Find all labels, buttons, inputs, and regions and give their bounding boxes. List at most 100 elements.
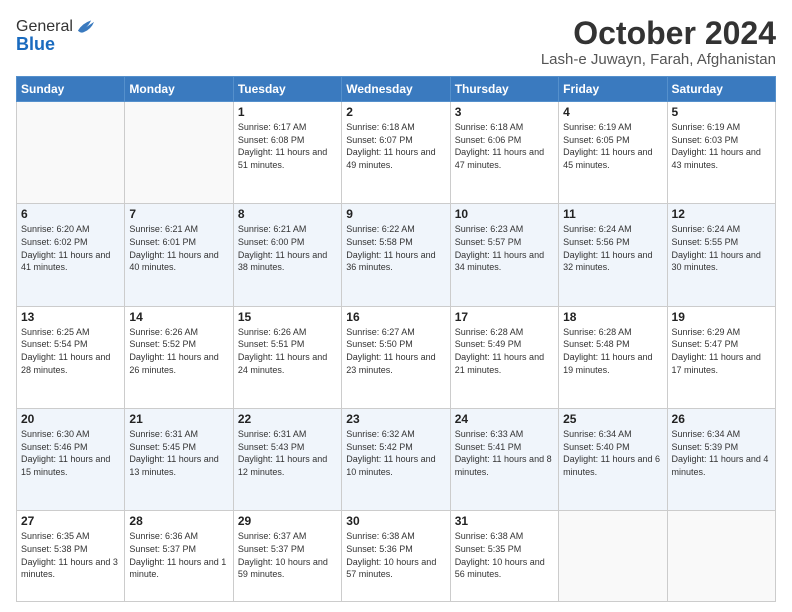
calendar-week-row: 20Sunrise: 6:30 AM Sunset: 5:46 PM Dayli… — [17, 409, 776, 511]
day-number: 3 — [455, 105, 554, 119]
day-number: 23 — [346, 412, 445, 426]
table-row: 31Sunrise: 6:38 AM Sunset: 5:35 PM Dayli… — [450, 511, 558, 602]
logo-blue-text: Blue — [16, 34, 55, 55]
table-row — [125, 102, 233, 204]
table-row: 2 Sunrise: 6:18 AM Sunset: 6:07 PM Daylig… — [342, 102, 450, 204]
table-row: 9 Sunrise: 6:22 AM Sunset: 5:58 PM Daylig… — [342, 204, 450, 306]
day-info: Sunrise: 6:22 AM Sunset: 5:58 PM Dayligh… — [346, 223, 445, 273]
table-row: 12 Sunrise: 6:24 AM Sunset: 5:55 PM Dayli… — [667, 204, 775, 306]
day-info: Sunrise: 6:27 AM Sunset: 5:50 PM Dayligh… — [346, 326, 445, 376]
day-number: 14 — [129, 310, 228, 324]
day-number: 25 — [563, 412, 662, 426]
day-info: Sunrise: 6:28 AM Sunset: 5:49 PM Dayligh… — [455, 326, 554, 376]
table-row: 6 Sunrise: 6:20 AM Sunset: 6:02 PM Daylig… — [17, 204, 125, 306]
day-info: Sunrise: 6:24 AM Sunset: 5:55 PM Dayligh… — [672, 223, 771, 273]
day-info: Sunrise: 6:26 AM Sunset: 5:51 PM Dayligh… — [238, 326, 337, 376]
day-number: 19 — [672, 310, 771, 324]
table-row — [667, 511, 775, 602]
calendar-week-row: 1 Sunrise: 6:17 AM Sunset: 6:08 PM Daylig… — [17, 102, 776, 204]
table-row: 11 Sunrise: 6:24 AM Sunset: 5:56 PM Dayli… — [559, 204, 667, 306]
header-sunday: Sunday — [17, 77, 125, 102]
header-monday: Monday — [125, 77, 233, 102]
table-row: 21 Sunrise: 6:31 AM Sunset: 5:45 PM Dayli… — [125, 409, 233, 511]
day-info: Sunrise: 6:24 AM Sunset: 5:56 PM Dayligh… — [563, 223, 662, 273]
table-row: 26 Sunrise: 6:34 AM Sunset: 5:39 PM Dayli… — [667, 409, 775, 511]
calendar-week-row: 27 Sunrise: 6:35 AM Sunset: 5:38 PM Dayli… — [17, 511, 776, 602]
day-number: 11 — [563, 207, 662, 221]
day-info: Sunrise: 6:31 AM Sunset: 5:45 PM Dayligh… — [129, 428, 228, 478]
header-friday: Friday — [559, 77, 667, 102]
calendar-table: Sunday Monday Tuesday Wednesday Thursday… — [16, 76, 776, 602]
table-row — [17, 102, 125, 204]
day-info: Sunrise: 6:21 AM Sunset: 6:01 PM Dayligh… — [129, 223, 228, 273]
table-row: 25 Sunrise: 6:34 AM Sunset: 5:40 PM Dayli… — [559, 409, 667, 511]
day-number: 24 — [455, 412, 554, 426]
day-number: 26 — [672, 412, 771, 426]
day-info: Sunrise: 6:25 AM Sunset: 5:54 PM Dayligh… — [21, 326, 120, 376]
table-row: 29Sunrise: 6:37 AM Sunset: 5:37 PM Dayli… — [233, 511, 341, 602]
table-row: 13 Sunrise: 6:25 AM Sunset: 5:54 PM Dayli… — [17, 306, 125, 408]
table-row: 17 Sunrise: 6:28 AM Sunset: 5:49 PM Dayli… — [450, 306, 558, 408]
calendar-page: General Blue October 2024 Lash-e Juwayn,… — [0, 0, 792, 612]
table-row — [559, 511, 667, 602]
logo: General Blue — [16, 16, 97, 55]
day-number: 21 — [129, 412, 228, 426]
day-number: 15 — [238, 310, 337, 324]
logo-bird-icon — [75, 16, 97, 38]
day-info: Sunrise: 6:34 AM Sunset: 5:39 PM Dayligh… — [672, 428, 771, 478]
day-number: 10 — [455, 207, 554, 221]
table-row: 1 Sunrise: 6:17 AM Sunset: 6:08 PM Daylig… — [233, 102, 341, 204]
table-row: 5Sunrise: 6:19 AM Sunset: 6:03 PM Daylig… — [667, 102, 775, 204]
table-row: 10Sunrise: 6:23 AM Sunset: 5:57 PM Dayli… — [450, 204, 558, 306]
day-info: Sunrise: 6:20 AM Sunset: 6:02 PM Dayligh… — [21, 223, 120, 273]
day-info: Sunrise: 6:28 AM Sunset: 5:48 PM Dayligh… — [563, 326, 662, 376]
day-number: 6 — [21, 207, 120, 221]
day-info: Sunrise: 6:21 AM Sunset: 6:00 PM Dayligh… — [238, 223, 337, 273]
table-row: 18Sunrise: 6:28 AM Sunset: 5:48 PM Dayli… — [559, 306, 667, 408]
day-number: 22 — [238, 412, 337, 426]
header-thursday: Thursday — [450, 77, 558, 102]
day-number: 9 — [346, 207, 445, 221]
day-number: 28 — [129, 514, 228, 528]
header-wednesday: Wednesday — [342, 77, 450, 102]
weekday-header-row: Sunday Monday Tuesday Wednesday Thursday… — [17, 77, 776, 102]
day-info: Sunrise: 6:31 AM Sunset: 5:43 PM Dayligh… — [238, 428, 337, 478]
day-number: 12 — [672, 207, 771, 221]
header-saturday: Saturday — [667, 77, 775, 102]
day-info: Sunrise: 6:32 AM Sunset: 5:42 PM Dayligh… — [346, 428, 445, 478]
title-section: October 2024 Lash-e Juwayn, Farah, Afgha… — [541, 16, 776, 68]
day-number: 29 — [238, 514, 337, 528]
day-info: Sunrise: 6:35 AM Sunset: 5:38 PM Dayligh… — [21, 530, 120, 580]
calendar-week-row: 13 Sunrise: 6:25 AM Sunset: 5:54 PM Dayli… — [17, 306, 776, 408]
table-row: 24 Sunrise: 6:33 AM Sunset: 5:41 PM Dayli… — [450, 409, 558, 511]
table-row: 30Sunrise: 6:38 AM Sunset: 5:36 PM Dayli… — [342, 511, 450, 602]
day-info: Sunrise: 6:18 AM Sunset: 6:07 PM Dayligh… — [346, 121, 445, 171]
day-number: 16 — [346, 310, 445, 324]
day-number: 27 — [21, 514, 120, 528]
day-number: 1 — [238, 105, 337, 119]
table-row: 22 Sunrise: 6:31 AM Sunset: 5:43 PM Dayli… — [233, 409, 341, 511]
table-row: 14Sunrise: 6:26 AM Sunset: 5:52 PM Dayli… — [125, 306, 233, 408]
day-number: 30 — [346, 514, 445, 528]
day-info: Sunrise: 6:19 AM Sunset: 6:05 PM Dayligh… — [563, 121, 662, 171]
table-row: 15 Sunrise: 6:26 AM Sunset: 5:51 PM Dayli… — [233, 306, 341, 408]
day-number: 7 — [129, 207, 228, 221]
table-row: 23 Sunrise: 6:32 AM Sunset: 5:42 PM Dayli… — [342, 409, 450, 511]
day-info: Sunrise: 6:34 AM Sunset: 5:40 PM Dayligh… — [563, 428, 662, 478]
day-number: 4 — [563, 105, 662, 119]
table-row: 27 Sunrise: 6:35 AM Sunset: 5:38 PM Dayli… — [17, 511, 125, 602]
day-info: Sunrise: 6:18 AM Sunset: 6:06 PM Dayligh… — [455, 121, 554, 171]
day-number: 2 — [346, 105, 445, 119]
day-number: 31 — [455, 514, 554, 528]
header: General Blue October 2024 Lash-e Juwayn,… — [16, 16, 776, 68]
table-row: 4 Sunrise: 6:19 AM Sunset: 6:05 PM Daylig… — [559, 102, 667, 204]
day-number: 17 — [455, 310, 554, 324]
table-row: 16 Sunrise: 6:27 AM Sunset: 5:50 PM Dayli… — [342, 306, 450, 408]
day-info: Sunrise: 6:33 AM Sunset: 5:41 PM Dayligh… — [455, 428, 554, 478]
day-info: Sunrise: 6:19 AM Sunset: 6:03 PM Dayligh… — [672, 121, 771, 171]
day-number: 20 — [21, 412, 120, 426]
day-info: Sunrise: 6:17 AM Sunset: 6:08 PM Dayligh… — [238, 121, 337, 171]
day-number: 13 — [21, 310, 120, 324]
calendar-week-row: 6 Sunrise: 6:20 AM Sunset: 6:02 PM Daylig… — [17, 204, 776, 306]
day-info: Sunrise: 6:29 AM Sunset: 5:47 PM Dayligh… — [672, 326, 771, 376]
